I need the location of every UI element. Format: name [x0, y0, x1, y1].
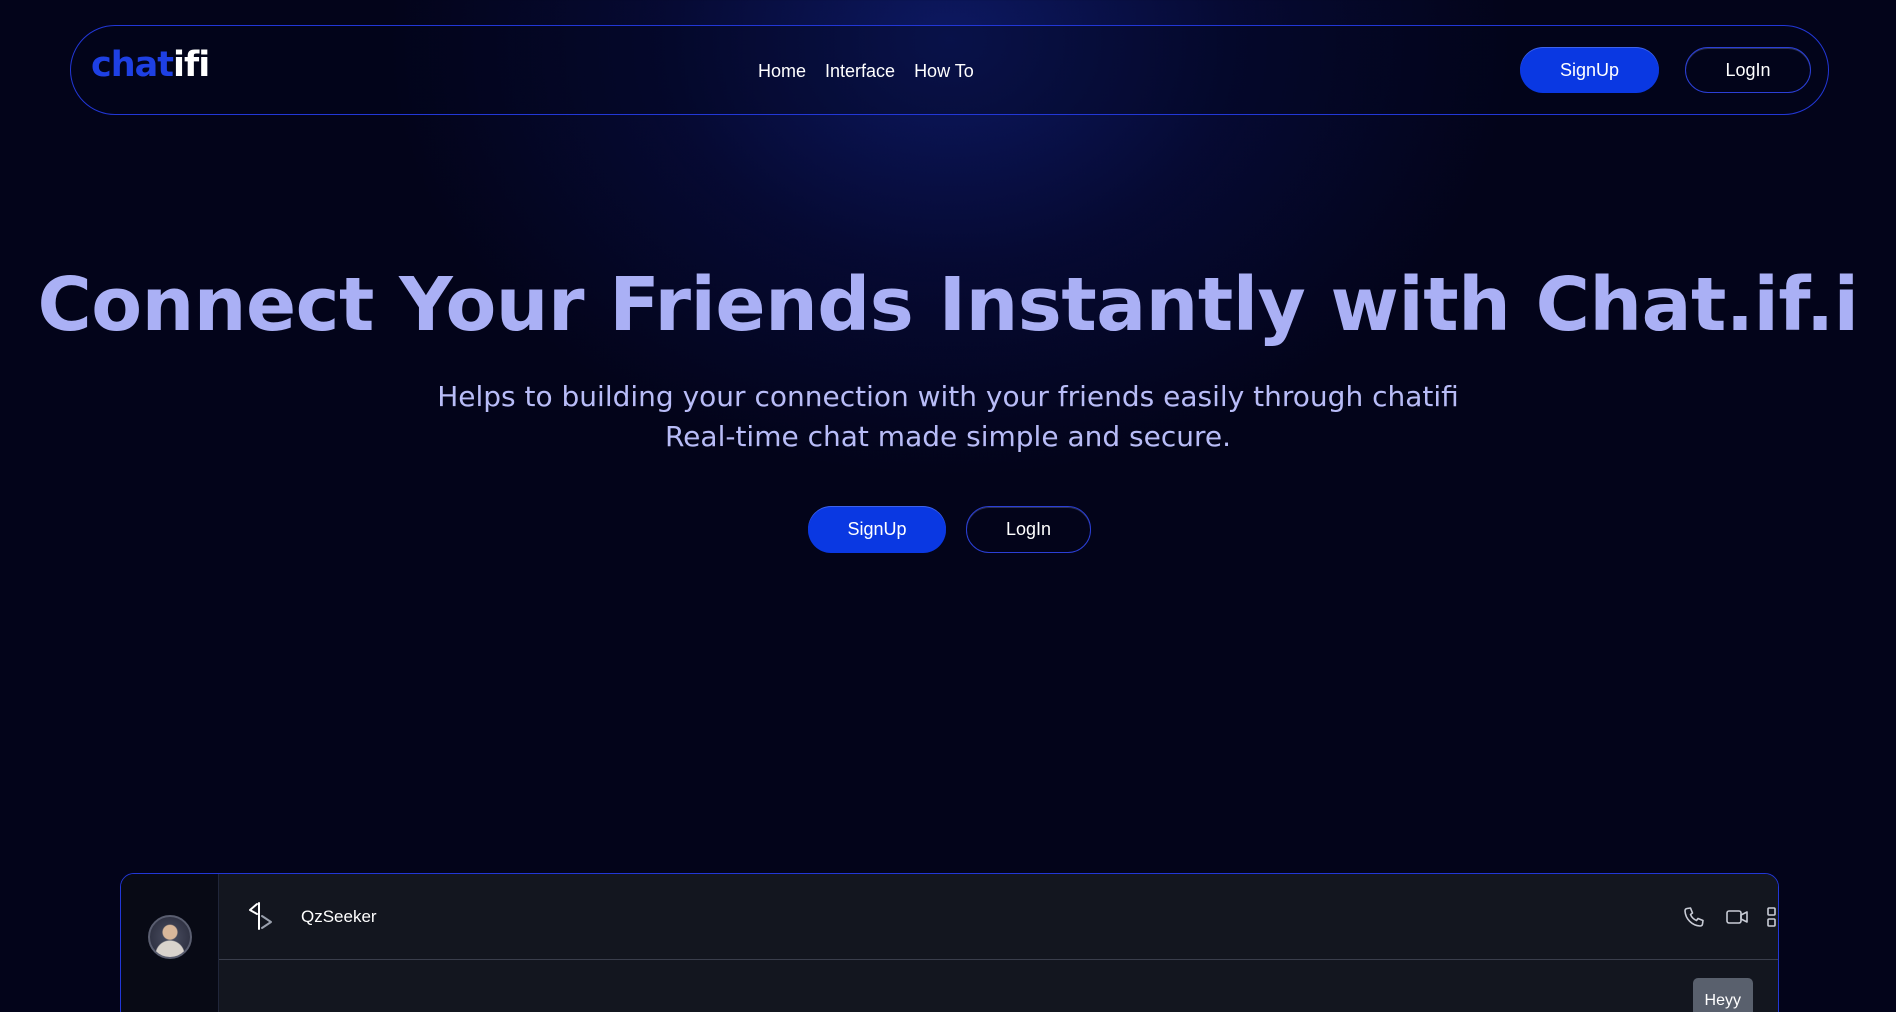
hero-subtitle-line2: Real-time chat made simple and secure.: [664, 420, 1231, 453]
video-camera-icon[interactable]: [1725, 905, 1749, 929]
chat-preview: QzSeeker Heyy: [120, 873, 1779, 1012]
chat-panel: QzSeeker Heyy: [219, 874, 1778, 1012]
nav-link-interface[interactable]: Interface: [825, 61, 895, 83]
logo[interactable]: chatifi: [91, 45, 210, 85]
chat-sidebar: [121, 874, 219, 1012]
nav-links: Home Interface How To: [758, 61, 974, 83]
hero-signup-button[interactable]: SignUp: [808, 506, 946, 553]
avatar[interactable]: [148, 915, 192, 959]
nav-link-home[interactable]: Home: [758, 61, 806, 83]
logo-part-chat: chat: [91, 45, 174, 85]
message-bubble: Heyy: [1692, 978, 1753, 1012]
chat-contact-name: QzSeeker: [301, 907, 377, 926]
back-icon[interactable]: [247, 901, 275, 931]
hero-login-button[interactable]: LogIn: [966, 506, 1091, 553]
logo-part-ifi: ifi: [173, 45, 210, 85]
nav-login-button[interactable]: LogIn: [1685, 47, 1811, 93]
phone-icon[interactable]: [1682, 905, 1706, 929]
list-icon[interactable]: [1766, 905, 1779, 929]
navbar: chatifi Home Interface How To SignUp Log…: [70, 25, 1829, 115]
nav-signup-button[interactable]: SignUp: [1520, 47, 1659, 93]
hero-subtitle-line1: Helps to building your connection with y…: [437, 380, 1459, 413]
hero-title: Connect Your Friends Instantly with Chat…: [37, 262, 1859, 348]
chat-header: QzSeeker: [219, 874, 1778, 960]
nav-link-how-to[interactable]: How To: [914, 61, 974, 83]
